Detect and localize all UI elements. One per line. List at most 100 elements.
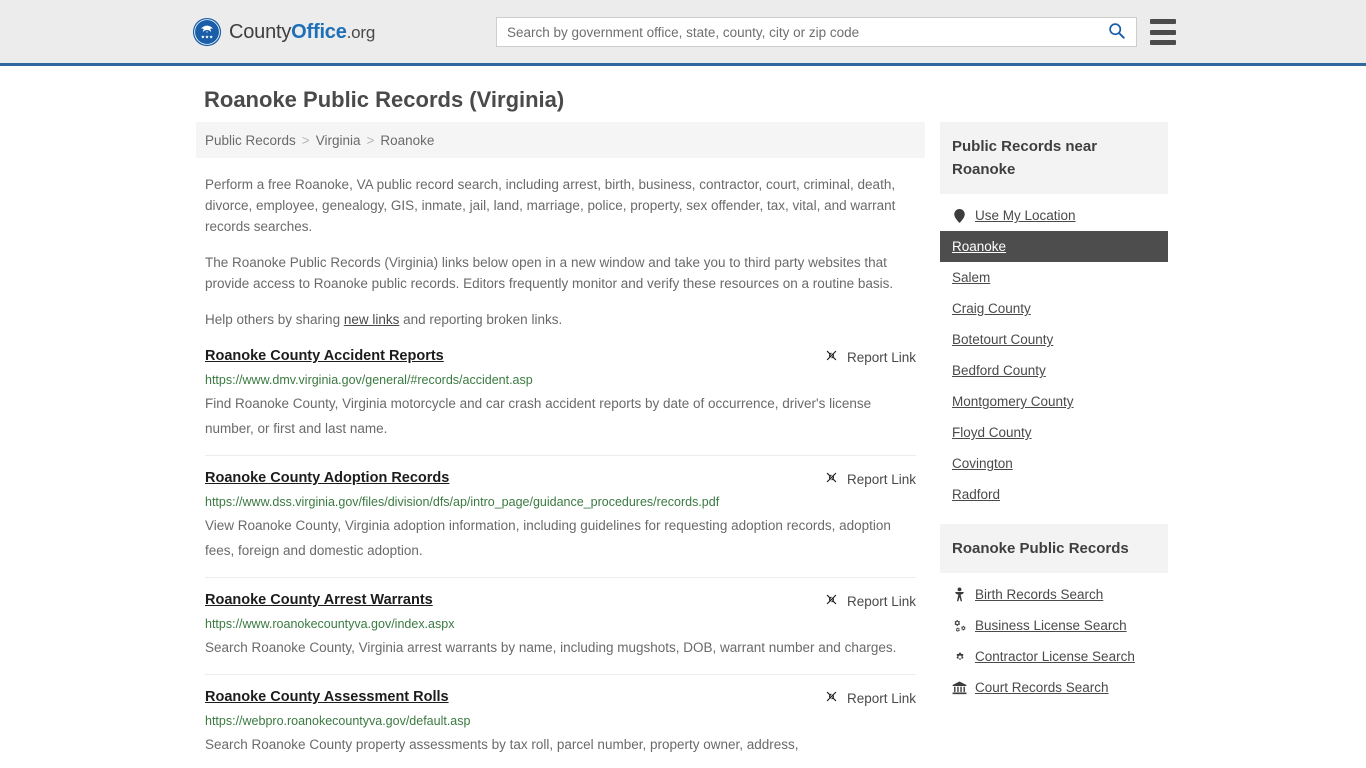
sidebar-item-label: Roanoke (952, 239, 1007, 254)
sidebar-link-court-records[interactable]: Court Records Search (940, 672, 1168, 703)
result-item: Roanoke County Accident Reports Report L… (205, 345, 916, 455)
report-link-button[interactable]: Report Link (824, 591, 916, 610)
result-header: Roanoke County Assessment Rolls Report L… (205, 688, 916, 707)
sidebar-item-label: Court Records Search (975, 680, 1109, 695)
result-url[interactable]: https://www.dss.virginia.gov/files/divis… (205, 494, 916, 510)
sidebar-nearby-heading: Public Records near Roanoke (940, 122, 1168, 194)
intro-help-paragraph: Help others by sharing new links and rep… (205, 309, 916, 330)
new-links-link[interactable]: new links (344, 312, 400, 327)
hamburger-bar-2 (1150, 29, 1176, 35)
sidebar-item-birth-records[interactable]: Birth Records Search (940, 579, 1168, 610)
report-link-label: Report Link (846, 593, 916, 609)
logo-text: CountyOffice.org (229, 21, 375, 44)
sidebar-item-bedford-county[interactable]: Bedford County (940, 355, 1168, 386)
sidebar-nearby-box: Public Records near Roanoke Use My Locat… (940, 122, 1168, 510)
sidebar-item-contractor-license[interactable]: Contractor License Search (940, 641, 1168, 672)
breadcrumb-item-virginia[interactable]: Virginia (316, 133, 361, 148)
sidebar-item-radford[interactable]: Radford (940, 479, 1168, 510)
result-title-link[interactable]: Roanoke County Assessment Rolls (205, 688, 449, 706)
result-url[interactable]: https://www.dmv.virginia.gov/general/#re… (205, 372, 916, 388)
sidebar-link-contractor-license[interactable]: Contractor License Search (940, 641, 1168, 672)
sidebar-item-covington[interactable]: Covington (940, 448, 1168, 479)
broken-link-icon (824, 470, 839, 488)
main-column: Public Records > Virginia > Roanoke Perf… (196, 122, 925, 768)
search-bar[interactable] (496, 17, 1137, 47)
sidebar-link-business-license[interactable]: Business License Search (940, 610, 1168, 641)
sidebar-link-botetourt-county[interactable]: Botetourt County (940, 324, 1168, 355)
sidebar-link-covington[interactable]: Covington (940, 448, 1168, 479)
sidebar-item-label: Botetourt County (952, 332, 1054, 347)
intro-paragraph-2: The Roanoke Public Records (Virginia) li… (205, 255, 894, 291)
result-title-link[interactable]: Roanoke County Arrest Warrants (205, 591, 433, 609)
report-link-button[interactable]: Report Link (824, 469, 916, 488)
breadcrumb-item-roanoke[interactable]: Roanoke (380, 133, 434, 148)
sidebar-item-label: Contractor License Search (975, 649, 1135, 664)
result-header: Roanoke County Arrest Warrants Report Li… (205, 591, 916, 610)
breadcrumb-separator: > (301, 132, 310, 148)
bank-icon (952, 680, 967, 695)
sidebar-item-label: Craig County (952, 301, 1031, 316)
sidebar-item-botetourt-county[interactable]: Botetourt County (940, 324, 1168, 355)
result-item: Roanoke County Arrest Warrants Report Li… (205, 577, 916, 674)
sidebar-link-radford[interactable]: Radford (940, 479, 1168, 510)
result-description: Search Roanoke County property assessmen… (205, 737, 799, 752)
sidebar-link-birth-records[interactable]: Birth Records Search (940, 579, 1168, 610)
countyoffice-eagle-logo-icon (192, 17, 222, 47)
sidebar-item-label: Birth Records Search (975, 587, 1104, 602)
result-url[interactable]: https://www.roanokecountyva.gov/index.as… (205, 616, 916, 632)
intro-paragraph-1: Perform a free Roanoke, VA public record… (205, 177, 896, 234)
logo-text-office: Office (291, 20, 347, 43)
help-prefix: Help others by sharing (205, 312, 344, 327)
sidebar-item-label: Salem (952, 270, 991, 285)
sidebar-item-roanoke[interactable]: Roanoke (940, 231, 1168, 262)
sidebar-item-label: Bedford County (952, 363, 1046, 378)
sidebar-item-montgomery-county[interactable]: Montgomery County (940, 386, 1168, 417)
search-input[interactable] (497, 18, 1096, 46)
result-title-link[interactable]: Roanoke County Accident Reports (205, 347, 444, 365)
sidebar-item-business-license[interactable]: Business License Search (940, 610, 1168, 641)
result-header: Roanoke County Adoption Records Report L… (205, 469, 916, 488)
broken-link-icon (824, 348, 839, 366)
sidebar-records-box: Roanoke Public Records Birth Records Sea… (940, 524, 1168, 703)
sidebar-link-bedford-county[interactable]: Bedford County (940, 355, 1168, 386)
sidebar-item-floyd-county[interactable]: Floyd County (940, 417, 1168, 448)
search-button[interactable] (1096, 18, 1136, 46)
sidebar-link-floyd-county[interactable]: Floyd County (940, 417, 1168, 448)
sidebar-records-list: Birth Records Search Business License Se… (940, 573, 1168, 703)
hamburger-bar-3 (1150, 40, 1176, 45)
report-link-label: Report Link (846, 471, 916, 487)
site-header: CountyOffice.org (0, 0, 1366, 66)
sidebar-link-salem[interactable]: Salem (940, 262, 1168, 293)
sidebar-link-craig-county[interactable]: Craig County (940, 293, 1168, 324)
report-link-button[interactable]: Report Link (824, 688, 916, 707)
sidebar-link-roanoke[interactable]: Roanoke (940, 231, 1168, 262)
sidebar-item-craig-county[interactable]: Craig County (940, 293, 1168, 324)
cog-icon (952, 649, 967, 664)
breadcrumb-item-public-records[interactable]: Public Records (205, 133, 296, 148)
report-link-label: Report Link (846, 690, 916, 706)
breadcrumb-separator: > (366, 132, 375, 148)
report-link-button[interactable]: Report Link (824, 347, 916, 366)
report-link-label: Report Link (846, 349, 916, 365)
logo-text-org: .org (346, 22, 376, 42)
sidebar-link-montgomery-county[interactable]: Montgomery County (940, 386, 1168, 417)
hamburger-menu-button[interactable] (1150, 19, 1176, 45)
sidebar-item-court-records[interactable]: Court Records Search (940, 672, 1168, 703)
intro-section: Perform a free Roanoke, VA public record… (196, 174, 925, 330)
result-header: Roanoke County Accident Reports Report L… (205, 347, 916, 366)
page-title: Roanoke Public Records (Virginia) (204, 87, 565, 112)
sidebar-link-use-my-location[interactable]: Use My Location (940, 200, 1168, 231)
sidebar-nearby-list: Use My Location Roanoke Salem Craig Coun… (940, 194, 1168, 510)
sidebar-item-label: Radford (952, 487, 1001, 502)
logo-text-county: County (229, 20, 292, 43)
sidebar-item-label: Covington (952, 456, 1013, 471)
sidebar-item-use-my-location[interactable]: Use My Location (940, 200, 1168, 231)
sidebar-records-heading: Roanoke Public Records (940, 524, 1168, 573)
result-description: Search Roanoke County, Virginia arrest w… (205, 640, 897, 655)
site-logo[interactable]: CountyOffice.org (192, 17, 375, 47)
sidebar-item-label: Floyd County (952, 425, 1032, 440)
broken-link-icon (824, 689, 839, 707)
sidebar-item-salem[interactable]: Salem (940, 262, 1168, 293)
result-url[interactable]: https://webpro.roanokecountyva.gov/defau… (205, 713, 916, 729)
result-title-link[interactable]: Roanoke County Adoption Records (205, 469, 449, 487)
